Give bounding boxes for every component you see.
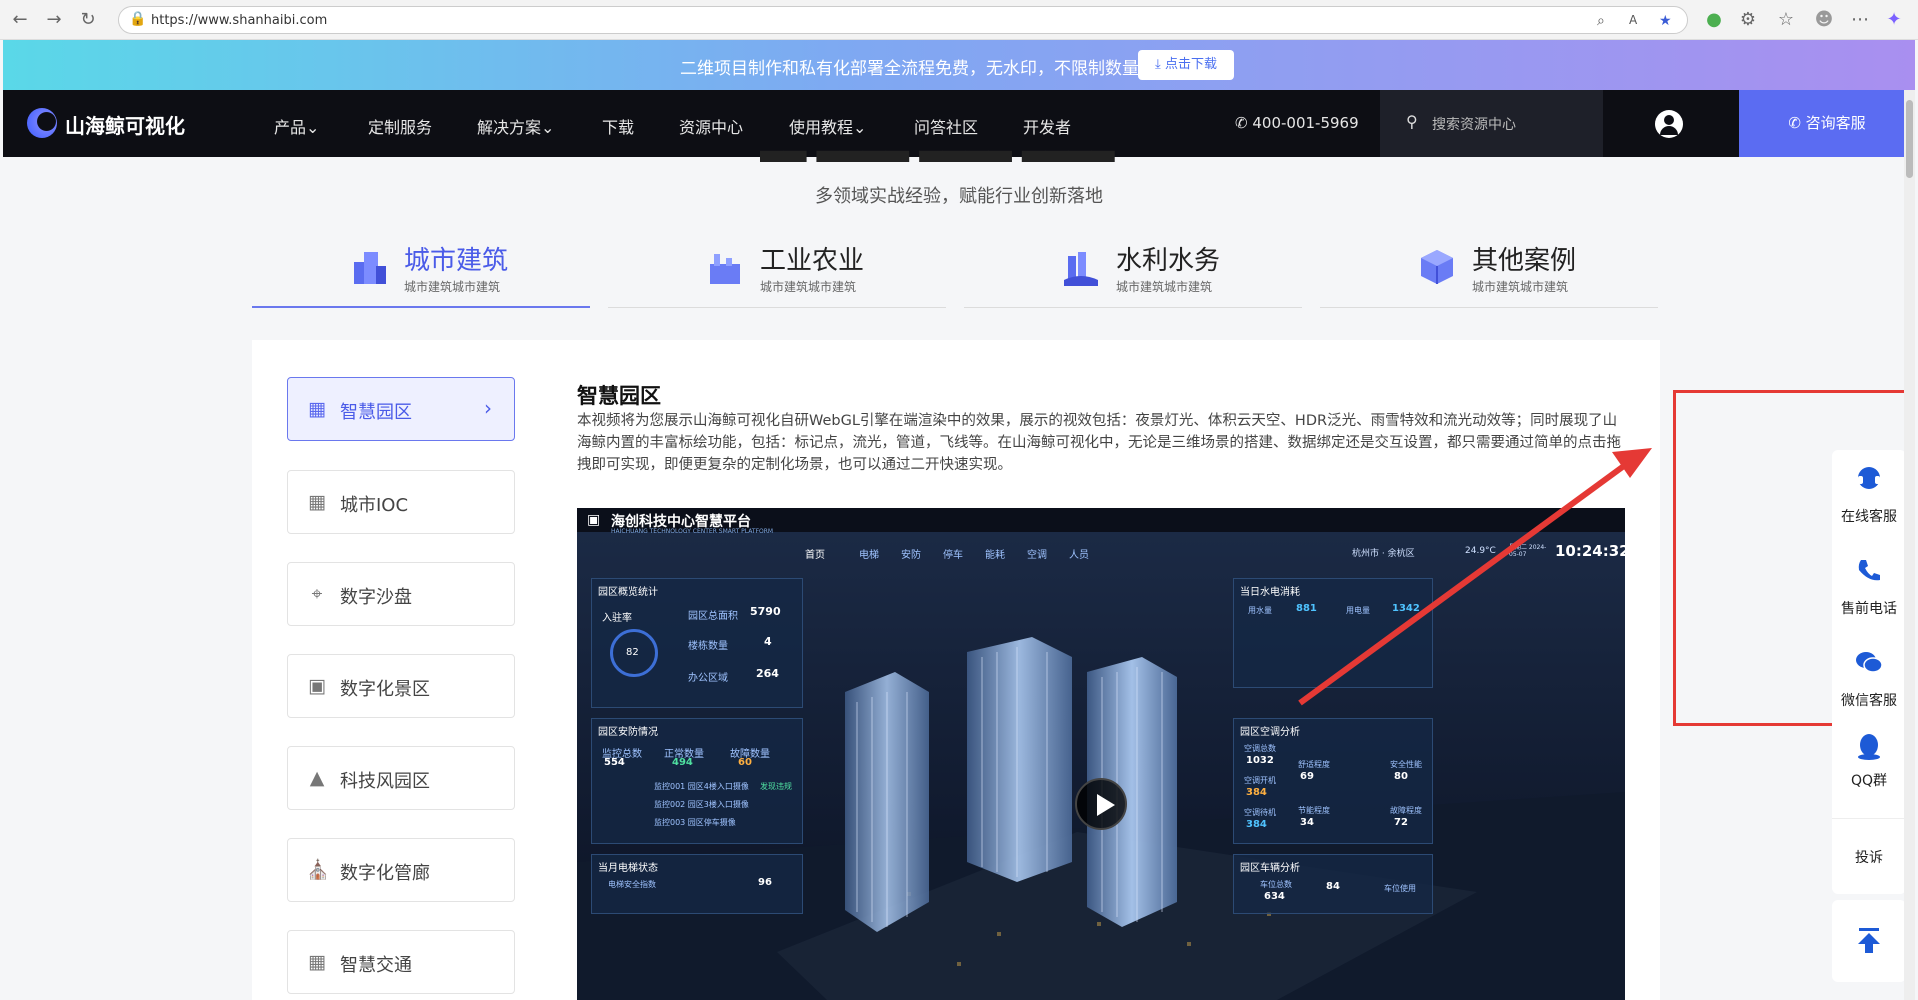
float-online-service[interactable]: 在线客服: [1832, 450, 1906, 542]
phone-icon: [1858, 560, 1880, 581]
float-label: QQ群: [1850, 773, 1888, 789]
float-qq-group[interactable]: QQ群: [1832, 726, 1906, 818]
qq-icon: [1858, 734, 1880, 760]
page-scrollbar[interactable]: [1904, 90, 1915, 1000]
float-wechat-service[interactable]: 微信客服: [1832, 634, 1906, 726]
annotation-arrow-shaft: [1298, 457, 1634, 706]
float-label: 投诉: [1855, 850, 1883, 866]
annotation-layer: [1298, 448, 1652, 706]
back-to-top-icon: [1858, 928, 1880, 953]
float-label: 在线客服: [1841, 509, 1897, 525]
scrollbar-thumb[interactable]: [1906, 100, 1913, 178]
float-label: 微信客服: [1841, 693, 1897, 709]
floating-service-panel: 在线客服 售前电话 微信客服 QQ群 投诉: [1832, 450, 1906, 982]
back-to-top-button[interactable]: [1832, 900, 1906, 982]
float-presale-phone[interactable]: 售前电话: [1832, 542, 1906, 634]
float-complaint[interactable]: 投诉: [1832, 818, 1906, 894]
headset-icon: [1858, 467, 1880, 489]
float-label: 售前电话: [1841, 601, 1897, 617]
wechat-icon: [1856, 652, 1883, 673]
